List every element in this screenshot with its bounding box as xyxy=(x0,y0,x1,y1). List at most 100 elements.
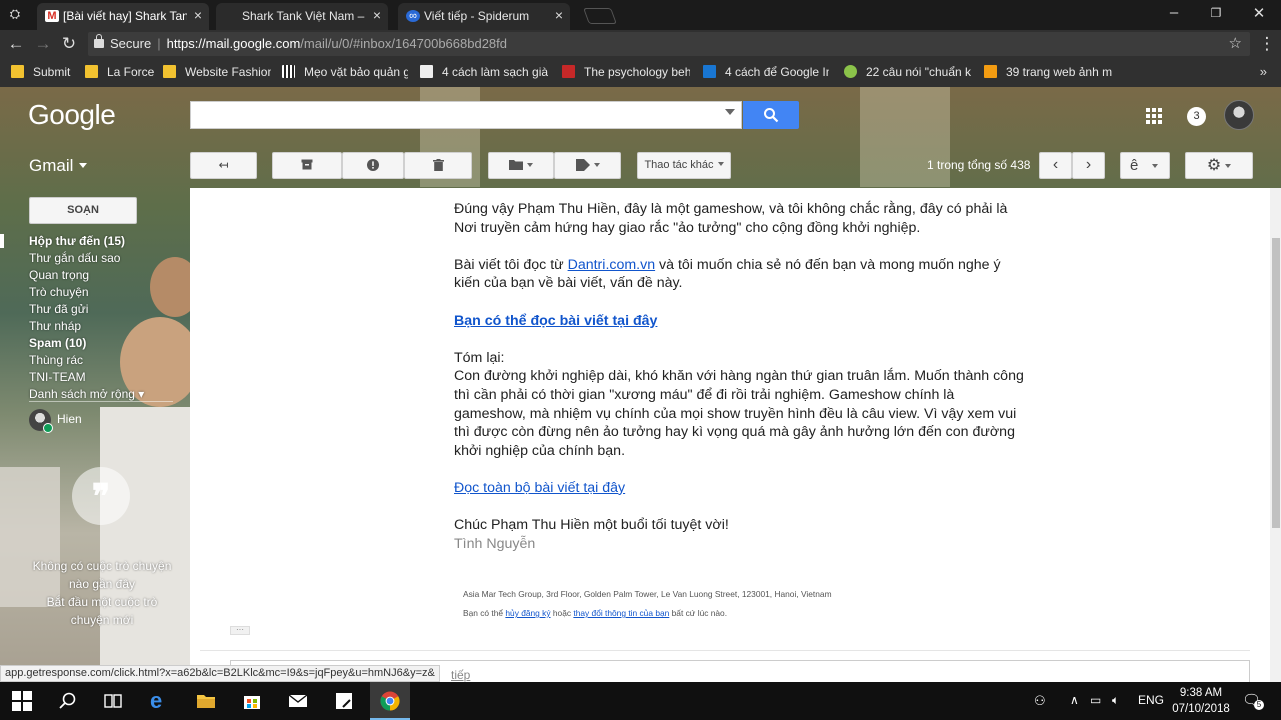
chevron-up-icon[interactable]: ∧ xyxy=(1070,693,1079,707)
close-tab-icon[interactable]: × xyxy=(194,7,202,23)
page-icon xyxy=(224,10,238,22)
nav-trash[interactable]: Thùng rác xyxy=(29,352,179,369)
signature: Tình Nguyễn xyxy=(454,535,536,552)
account-avatar[interactable] xyxy=(1224,100,1254,130)
divider xyxy=(200,650,1250,651)
chrome-icon[interactable] xyxy=(380,691,400,711)
notifications-badge[interactable]: 3 xyxy=(1187,107,1206,126)
search-input[interactable] xyxy=(190,101,742,129)
nav-important[interactable]: Quan trọng xyxy=(29,267,179,284)
message-body: Đúng vậy Phạm Thu Hiền, đây là một games… xyxy=(454,200,1024,572)
bookmark-39-trang-web[interactable]: 39 trang web ảnh m xyxy=(984,65,1112,79)
pagination-text: 1 trong tổng số 438 xyxy=(927,158,1031,172)
bookmark-22-cau-noi[interactable]: 22 câu nói "chuẩn k xyxy=(844,65,972,79)
paragraph: Đọc toàn bộ bài viết tại đây xyxy=(454,479,1024,498)
bookmark-lam-sach-giay[interactable]: 4 cách làm sạch giày xyxy=(420,65,548,79)
more-actions-button[interactable]: Thao tác khác xyxy=(637,152,731,179)
notification-count-badge: 5 xyxy=(1254,700,1264,710)
bookmark-meo-vat[interactable]: Mẹo vặt bảo quản g xyxy=(282,65,408,79)
tab-spiderum[interactable]: ∞ Viết tiếp - Spiderum × xyxy=(398,3,570,30)
chevron-down-icon xyxy=(79,163,88,168)
bookmark-submit[interactable]: Submit xyxy=(11,65,77,79)
incognito-icon: ⛭ xyxy=(9,6,21,21)
network-icon[interactable]: ▭ xyxy=(1090,693,1101,707)
bookmark-psychology[interactable]: The psychology beh xyxy=(562,65,690,79)
older-button[interactable]: › xyxy=(1072,152,1105,179)
message-scrollbar[interactable] xyxy=(1270,188,1281,682)
labels-button[interactable] xyxy=(554,152,621,179)
volume-icon[interactable]: 🔈︎ xyxy=(1112,693,1119,708)
back-to-inbox-button[interactable]: ↤ xyxy=(190,152,257,179)
chrome-menu-icon[interactable]: ⋮ xyxy=(1257,34,1277,54)
nav-chats[interactable]: Trò chuyện xyxy=(29,284,179,301)
close-window-button[interactable]: ✕ xyxy=(1248,4,1270,22)
sticky-notes-icon[interactable] xyxy=(334,691,354,711)
search-options-icon[interactable] xyxy=(725,109,735,115)
email-footer: Asia Mar Tech Group, 3rd Floor, Golden P… xyxy=(463,585,832,623)
close-tab-icon[interactable]: × xyxy=(555,7,563,23)
language-indicator[interactable]: ENG xyxy=(1138,693,1164,707)
tab-gmail[interactable]: M [Bài viết hay] Shark Tank V × xyxy=(37,3,209,30)
nav-sent[interactable]: Thư đã gửi xyxy=(29,301,179,318)
newer-button[interactable]: ‹ xyxy=(1039,152,1072,179)
system-clock[interactable]: 9:38 AM 07/10/2018 xyxy=(1172,685,1230,717)
tab-title: Viết tiếp - Spiderum xyxy=(424,9,530,23)
reload-icon[interactable]: ↻ xyxy=(59,34,79,54)
spam-icon xyxy=(367,159,379,171)
gmail-menu[interactable]: Gmail xyxy=(29,156,88,176)
forward-arrow-icon[interactable]: → xyxy=(33,34,53,54)
google-logo[interactable]: Google xyxy=(28,99,116,131)
archive-button[interactable] xyxy=(272,152,342,179)
address-bar[interactable]: Secure | https://mail.google.com/mail/u/0/… xyxy=(88,32,1250,56)
update-profile-link[interactable]: thay đổi thông tin của bạn xyxy=(573,608,669,618)
hangouts-user[interactable]: Hien xyxy=(29,409,82,433)
bookmark-star-icon[interactable]: ☆ xyxy=(1229,32,1242,56)
delete-button[interactable] xyxy=(404,152,472,179)
people-icon[interactable]: ⚇ xyxy=(1034,693,1046,709)
nav-inbox[interactable]: Hộp thư đến (15) xyxy=(29,233,179,250)
move-to-button[interactable] xyxy=(488,152,554,179)
store-icon[interactable] xyxy=(242,691,262,711)
report-spam-button[interactable] xyxy=(342,152,404,179)
bookmarks-overflow-icon[interactable]: » xyxy=(1260,64,1267,79)
file-explorer-icon[interactable] xyxy=(196,691,216,711)
dantri-link[interactable]: Dantri.com.vn xyxy=(568,257,656,273)
nav-tni-team[interactable]: TNI-TEAM xyxy=(29,369,179,386)
unsubscribe-link[interactable]: hủy đăng ký xyxy=(505,608,550,618)
spiderum-icon: ∞ xyxy=(406,10,420,22)
folder-icon xyxy=(85,65,98,78)
scrollbar-thumb[interactable] xyxy=(1272,238,1280,528)
show-trimmed-content-button[interactable]: ··· xyxy=(230,626,250,635)
settings-button[interactable]: ⚙ xyxy=(1185,152,1253,179)
compose-button[interactable]: SOẠN xyxy=(29,197,137,224)
edge-icon[interactable]: e xyxy=(150,690,170,712)
read-full-article-link[interactable]: Đọc toàn bộ bài viết tại đây xyxy=(454,480,625,496)
close-tab-icon[interactable]: × xyxy=(373,7,381,23)
search-button[interactable] xyxy=(743,101,799,129)
bookmark-label: Mẹo vặt bảo quản g xyxy=(304,65,408,79)
bookmark-website-fashion[interactable]: Website Fashion xyxy=(163,65,271,79)
user-name: Hien xyxy=(57,412,82,427)
input-tools-button[interactable]: ê xyxy=(1120,152,1170,179)
read-article-link[interactable]: Bạn có thể đọc bài viết tại đây xyxy=(454,313,657,329)
link-status-url: app.getresponse.com/click.html?x=a62b&lc… xyxy=(0,665,440,682)
nav-drafts[interactable]: Thư nháp xyxy=(29,318,179,335)
minimize-button[interactable]: – xyxy=(1163,4,1185,21)
search-icon[interactable] xyxy=(58,691,78,711)
divider xyxy=(29,401,173,402)
maximize-button[interactable]: ❐ xyxy=(1205,6,1227,20)
nav-starred[interactable]: Thư gắn dấu sao xyxy=(29,250,179,267)
start-chat-link[interactable]: Bắt đầu một cuộc trò chuyện mới xyxy=(28,593,176,629)
bookmark-la-force[interactable]: La Force xyxy=(85,65,157,79)
nav-spam[interactable]: Spam (10) xyxy=(29,335,179,352)
task-view-icon[interactable] xyxy=(103,691,123,711)
mail-icon[interactable] xyxy=(288,691,308,711)
tab-shark-tank[interactable]: Shark Tank Việt Nam – N × xyxy=(216,3,388,30)
google-apps-icon[interactable] xyxy=(1146,108,1162,124)
windows-start-icon[interactable] xyxy=(12,691,32,711)
bookmark-google-inc[interactable]: 4 cách để Google Inc xyxy=(703,65,829,79)
text: bất cứ lúc nào. xyxy=(669,608,728,618)
new-tab-button[interactable] xyxy=(583,8,617,24)
back-arrow-icon[interactable]: ← xyxy=(6,34,26,54)
piano-icon xyxy=(282,65,295,78)
